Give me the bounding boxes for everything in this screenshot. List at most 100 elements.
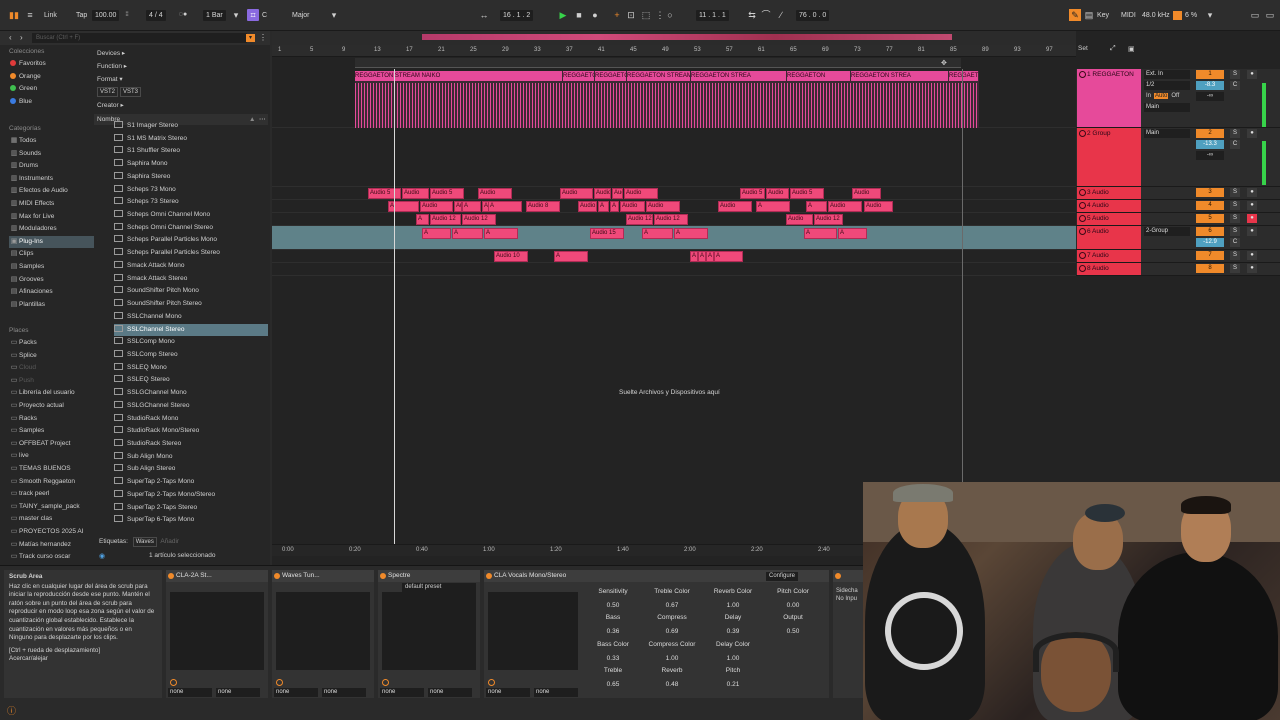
track-name[interactable]: 1 REGGAETON xyxy=(1077,69,1141,127)
chain-select-a[interactable]: none xyxy=(168,688,212,697)
audio-clip[interactable]: A xyxy=(698,251,706,262)
track-activator-number[interactable]: 5 xyxy=(1196,214,1224,223)
plugin-item[interactable]: SSLChannel Mono xyxy=(114,311,268,324)
lane-8[interactable] xyxy=(272,263,1076,276)
solo-button[interactable]: S xyxy=(1230,201,1240,210)
plugin-item[interactable]: StudioRack Mono xyxy=(114,413,268,426)
category-item[interactable]: ▥ Moduladores xyxy=(9,223,94,235)
audio-clip[interactable]: Audio xyxy=(478,188,512,199)
configure-button[interactable]: Configure xyxy=(766,572,799,581)
plugin-item[interactable]: SSLChannel Stereo xyxy=(114,323,268,337)
category-item[interactable]: ▤ Clips xyxy=(9,248,94,260)
audio-clip[interactable]: A xyxy=(452,228,483,239)
track-header[interactable]: 4 Audio 4 S ● xyxy=(1076,200,1280,213)
place-item[interactable]: ▭ Smooth Reggaeton xyxy=(9,476,94,488)
device-power-icon[interactable] xyxy=(380,573,386,579)
search-input[interactable]: Buscar (Ctrl + F) xyxy=(32,33,247,43)
quantization-select[interactable]: 1 Bar xyxy=(203,10,226,21)
chevron-down-icon[interactable]: ▾ xyxy=(230,9,242,21)
track-header[interactable]: 8 Audio 8 S ● xyxy=(1076,263,1280,276)
solo-button[interactable]: S xyxy=(1230,214,1240,223)
place-item[interactable]: ▭ live xyxy=(9,450,94,462)
audio-clip[interactable]: Audio xyxy=(594,188,611,199)
lane-7[interactable] xyxy=(272,250,1076,263)
track-activator-icon[interactable] xyxy=(1079,215,1086,222)
input-type-select[interactable]: Ext. In xyxy=(1144,70,1190,79)
filter-devices[interactable]: Devices ▸ xyxy=(97,49,125,57)
input-channel-select[interactable]: 1/2 xyxy=(1144,81,1190,90)
category-item[interactable]: ▣ Plug-Ins xyxy=(9,235,94,248)
solo-button[interactable]: S xyxy=(1230,251,1240,260)
device-spectre-title[interactable]: Spectre xyxy=(378,570,480,582)
track-name[interactable]: 6 Audio xyxy=(1077,226,1141,249)
arm-button[interactable]: ● xyxy=(1247,264,1257,273)
plugin-item[interactable]: SSLComp Mono xyxy=(114,336,268,349)
filter-format[interactable]: Format ▾ xyxy=(97,75,123,83)
device-power-icon[interactable] xyxy=(486,573,492,579)
track-activator-icon[interactable] xyxy=(1079,252,1086,259)
audio-clip[interactable]: Audio xyxy=(612,188,623,199)
pencil-icon[interactable]: ✎ xyxy=(1069,9,1081,21)
audio-clip[interactable]: Audio xyxy=(718,201,752,212)
plugin-item[interactable]: SuperTap 2-Taps Mono xyxy=(114,476,268,489)
song-overview-strip[interactable] xyxy=(272,31,1076,45)
audio-clip[interactable]: Audio 5 xyxy=(790,188,824,199)
sidechain-title[interactable] xyxy=(833,570,863,582)
track-activator-icon[interactable] xyxy=(1079,228,1086,235)
forward-icon[interactable]: › xyxy=(20,33,23,42)
audio-clip[interactable]: A xyxy=(714,251,743,262)
plugin-item[interactable]: StudioRack Stereo xyxy=(114,438,268,451)
clip-title[interactable]: REGGAETON STREAM NAIKO xyxy=(355,71,562,81)
clip-title[interactable]: REGGAETON STREA xyxy=(851,71,948,81)
audio-clip[interactable]: A xyxy=(642,228,673,239)
filter-function[interactable]: Function ▸ xyxy=(97,62,127,70)
plugin-item[interactable]: Smack Attack Stereo xyxy=(114,273,268,286)
audio-clip[interactable]: A xyxy=(598,201,609,212)
chain-select-b[interactable]: none xyxy=(322,688,366,697)
category-item[interactable]: ▤ Plantillas xyxy=(9,299,94,311)
scale-chevron-icon[interactable]: ▾ xyxy=(328,9,340,21)
place-item[interactable]: ▭ Samples xyxy=(9,425,94,437)
clip-title[interactable]: REGGAETON STREA xyxy=(691,71,786,81)
track-activator-number[interactable]: 1 xyxy=(1196,70,1224,79)
edit-plugin-icon[interactable] xyxy=(382,679,389,686)
beat-ruler[interactable]: 1 5 9 13 17 21 25 29 33 37 41 45 49 53 57 61 65 69 73 77 81 8… xyxy=(272,45,1076,57)
pan-center-button[interactable]: C xyxy=(1230,81,1240,90)
time-signature-field[interactable]: 4 / 4 xyxy=(146,10,166,21)
arrangement-position-field[interactable]: 16 . 1 . 2 xyxy=(500,10,534,21)
audio-clip[interactable]: A xyxy=(690,251,698,262)
place-item[interactable]: ▭ Push xyxy=(9,375,94,387)
device-power-icon[interactable] xyxy=(168,573,174,579)
place-item[interactable]: ▭ Proyecto actual xyxy=(9,400,94,412)
track-activator-icon[interactable] xyxy=(1079,202,1086,209)
place-item[interactable]: ▭ Racks xyxy=(9,413,94,425)
track-activator-number[interactable]: 4 xyxy=(1196,201,1224,210)
record-icon[interactable]: ● xyxy=(589,9,601,21)
param-value[interactable]: 0.65 xyxy=(588,681,638,688)
audio-clip[interactable]: A xyxy=(706,251,714,262)
loop-length-field[interactable]: 76 . 0 . 0 xyxy=(796,10,830,21)
arm-button[interactable]: ● xyxy=(1247,251,1257,260)
audio-clip[interactable]: A xyxy=(610,201,619,212)
plugin-item[interactable]: Smack Attack Mono xyxy=(114,260,268,273)
place-item[interactable]: ▭ Librería del usuario xyxy=(9,387,94,399)
format-vst2-chip[interactable]: VST2 xyxy=(97,87,119,97)
param-value[interactable]: 0.21 xyxy=(708,681,758,688)
device-waves-tune[interactable]: Waves Tun... none none xyxy=(272,570,374,698)
arm-button[interactable]: ● xyxy=(1247,214,1257,223)
plugin-item[interactable]: SuperTap 6-Taps Mono xyxy=(114,514,268,527)
audio-clip[interactable]: Audio xyxy=(828,201,862,212)
plugin-item[interactable]: StudioRack Mono/Stereo xyxy=(114,425,268,438)
automation-arm-icon[interactable]: ⊡ xyxy=(625,9,637,21)
plugin-item[interactable]: Sub Align Stereo xyxy=(114,463,268,476)
track-activator-icon[interactable] xyxy=(1079,130,1086,137)
track-activator-icon[interactable] xyxy=(1079,189,1086,196)
audio-clip[interactable]: A xyxy=(554,251,588,262)
device-cla-vocals[interactable]: CLA Vocals Mono/Stereo Configure none no… xyxy=(484,570,829,698)
device-cla2a[interactable]: CLA-2A St... none none xyxy=(166,570,268,698)
place-item[interactable]: ▭ TEMAS BUENOS xyxy=(9,463,94,475)
track-activator-number[interactable]: 7 xyxy=(1196,251,1224,260)
arm-button[interactable]: ● xyxy=(1247,227,1257,236)
play-icon[interactable]: ▶ xyxy=(557,9,569,21)
chain-select-a[interactable]: none xyxy=(380,688,424,697)
